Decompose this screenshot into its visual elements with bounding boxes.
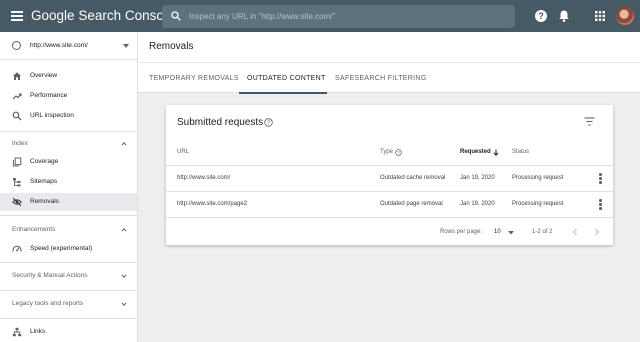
sidebar-item-url-inspection[interactable]: URL inspection bbox=[0, 107, 137, 125]
url-cell: http://www.site.com/ bbox=[177, 175, 231, 181]
product-logo[interactable]: Google Search Console bbox=[31, 8, 174, 23]
sidebar-item-coverage[interactable]: Coverage bbox=[0, 153, 137, 171]
home-icon bbox=[13, 72, 21, 80]
notifications-bell-icon[interactable] bbox=[557, 9, 571, 23]
account-avatar[interactable] bbox=[616, 7, 634, 25]
table-row[interactable]: http://www.site.com/ Outdated cache remo… bbox=[166, 165, 613, 191]
sidebar-divider bbox=[0, 131, 137, 132]
chevron-up-icon bbox=[121, 142, 127, 146]
arrow-downward-icon[interactable] bbox=[493, 149, 499, 156]
globe-icon bbox=[12, 41, 21, 50]
filter-icon[interactable] bbox=[584, 117, 595, 126]
sidebar-item-sitemaps[interactable]: Sitemaps bbox=[0, 173, 137, 191]
svg-text:?: ? bbox=[267, 121, 270, 127]
file-copy-icon bbox=[12, 157, 22, 167]
chevron-left-icon[interactable] bbox=[572, 228, 578, 236]
card-title: Submitted requests bbox=[177, 117, 264, 128]
sidebar-item-speed[interactable]: Speed (experimental) bbox=[0, 240, 137, 258]
pagination-range: 1-2 of 2 bbox=[532, 229, 553, 235]
tab-bar: TEMPORARY REMOVALS OUTDATED CONTENT SAFE… bbox=[138, 62, 640, 94]
sidebar-section-enhancements[interactable]: Enhancements bbox=[0, 221, 137, 239]
column-header-requested[interactable]: Requested bbox=[460, 149, 491, 155]
property-selector[interactable]: http://www.site.com/ bbox=[0, 32, 137, 60]
url-cell: http://www.site.com/page2 bbox=[177, 201, 248, 207]
apps-grid-icon[interactable] bbox=[593, 9, 607, 23]
tab-outdated-content[interactable]: OUTDATED CONTENT bbox=[239, 63, 327, 94]
sidebar: http://www.site.com/ Overview Performanc… bbox=[0, 32, 138, 342]
sidebar-divider bbox=[0, 262, 137, 263]
sidebar-section-security[interactable]: Security & Manual Actions bbox=[0, 267, 137, 285]
trending-up-icon bbox=[12, 93, 22, 100]
sidebar-divider bbox=[0, 215, 137, 216]
type-cell: Outdated page removal bbox=[380, 201, 443, 207]
sidebar-section-index[interactable]: Index bbox=[0, 135, 137, 153]
page-header: Removals bbox=[138, 32, 640, 62]
column-header-type[interactable]: Type bbox=[380, 149, 393, 155]
table-row[interactable]: http://www.site.com/page2 Outdated page … bbox=[166, 191, 613, 217]
sidebar-item-overview[interactable]: Overview bbox=[0, 67, 137, 85]
more-vert-icon[interactable] bbox=[599, 199, 602, 210]
sitemap-icon bbox=[13, 178, 21, 187]
status-cell: Processing request bbox=[512, 175, 564, 181]
svg-text:?: ? bbox=[397, 150, 400, 155]
links-hierarchy-icon bbox=[12, 327, 22, 337]
tab-temporary-removals[interactable]: TEMPORARY REMOVALS bbox=[149, 63, 239, 94]
type-cell: Outdated cache removal bbox=[380, 175, 446, 181]
chevron-right-icon[interactable] bbox=[594, 228, 600, 236]
more-vert-icon[interactable] bbox=[599, 173, 602, 184]
top-app-bar: Google Search Console ? bbox=[0, 0, 640, 32]
visibility-off-icon bbox=[12, 197, 22, 207]
requested-cell: Jan 19, 2020 bbox=[460, 201, 495, 207]
sidebar-divider bbox=[0, 290, 137, 291]
help-outline-icon[interactable]: ? bbox=[395, 149, 402, 156]
dropdown-arrow-icon[interactable] bbox=[508, 231, 514, 235]
help-outline-icon[interactable]: ? bbox=[264, 118, 273, 127]
submitted-requests-card: Submitted requests ? URL Type ? Requeste… bbox=[166, 105, 613, 245]
rows-per-page-select[interactable]: 10 bbox=[494, 229, 501, 235]
chevron-down-icon bbox=[121, 274, 127, 278]
chevron-up-icon bbox=[121, 228, 127, 232]
sidebar-item-removals[interactable]: Removals bbox=[0, 193, 137, 211]
property-label: http://www.site.com/ bbox=[30, 42, 88, 49]
page-title: Removals bbox=[149, 41, 194, 52]
help-icon[interactable]: ? bbox=[534, 9, 548, 23]
menu-icon[interactable] bbox=[11, 11, 23, 21]
search-icon[interactable] bbox=[171, 11, 181, 21]
sidebar-section-legacy[interactable]: Legacy tools and reports bbox=[0, 295, 137, 313]
dropdown-caret-icon bbox=[123, 44, 129, 48]
column-header-url[interactable]: URL bbox=[177, 149, 189, 155]
search-input[interactable] bbox=[189, 8, 499, 25]
tab-safesearch-filtering[interactable]: SAFESEARCH FILTERING bbox=[335, 63, 426, 94]
column-header-status[interactable]: Status bbox=[512, 149, 529, 155]
sidebar-divider bbox=[0, 318, 137, 319]
requested-cell: Jan 19, 2020 bbox=[460, 175, 495, 181]
sidebar-item-links[interactable]: Links bbox=[0, 323, 137, 341]
rows-per-page-label: Rows per page: bbox=[440, 229, 483, 235]
search-icon bbox=[12, 111, 22, 121]
pagination-bar: Rows per page: 10 1-2 of 2 bbox=[166, 217, 613, 245]
svg-text:?: ? bbox=[538, 11, 544, 21]
url-inspect-search-bar[interactable] bbox=[162, 5, 515, 28]
speedometer-icon bbox=[12, 245, 22, 252]
status-cell: Processing request bbox=[512, 201, 564, 207]
sidebar-item-performance[interactable]: Performance bbox=[0, 87, 137, 105]
chevron-down-icon bbox=[121, 302, 127, 306]
